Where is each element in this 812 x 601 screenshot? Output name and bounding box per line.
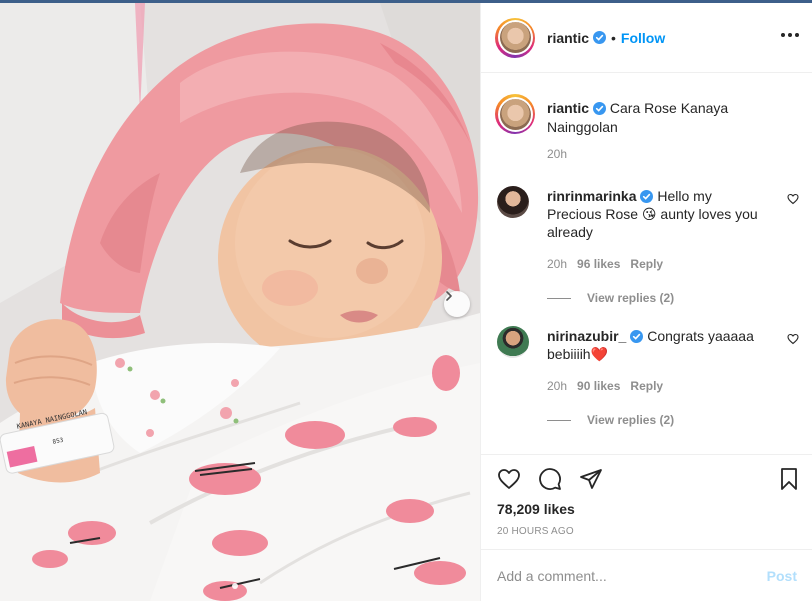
more-options-icon[interactable] — [781, 33, 799, 37]
post-header: riantic • Follow — [481, 3, 812, 73]
comment-meta: 20h 90 likes Reply — [547, 379, 663, 393]
view-replies-button[interactable]: View replies (2) — [547, 291, 674, 305]
view-replies-button[interactable]: View replies (2) — [547, 413, 674, 427]
comment-like-heart-icon[interactable] — [787, 192, 799, 210]
post-details-panel: riantic • Follow riantic Cara Rose Kanay… — [480, 3, 812, 601]
commenter-avatar[interactable] — [497, 326, 529, 358]
commenter-avatar[interactable] — [497, 186, 529, 218]
separator-dot: • — [611, 29, 616, 46]
caption-avatar-image — [499, 98, 531, 130]
comment-likes[interactable]: 96 likes — [577, 257, 620, 271]
comment-meta: 20h 96 likes Reply — [547, 257, 663, 271]
comment-time[interactable]: 20h — [547, 379, 567, 393]
comments-section[interactable]: riantic Cara Rose Kanaya Nainggolan 20h … — [481, 74, 812, 454]
comment-like-heart-icon[interactable] — [787, 332, 799, 350]
comment-username[interactable]: rinrinmarinka — [547, 188, 636, 204]
view-replies-label: View replies (2) — [587, 291, 675, 305]
add-comment-bar: Post — [481, 549, 812, 601]
next-arrow-icon — [446, 291, 452, 301]
post-actions: 78,209 likes 20 HOURS AGO — [481, 454, 812, 549]
caption-avatar[interactable] — [495, 94, 535, 134]
comment-text-block: rinrinmarinka Hello my Precious Rose 😘 a… — [547, 187, 767, 241]
share-icon[interactable] — [579, 467, 603, 491]
comment-text-block: nirinazubir_ Congrats yaaaaa bebiiiih❤️ — [547, 327, 767, 363]
view-replies-line — [547, 419, 571, 421]
like-count[interactable]: 78,209 likes — [497, 501, 575, 517]
post-timestamp[interactable]: 20 HOURS AGO — [497, 526, 574, 537]
author-avatar-image — [499, 22, 531, 53]
verified-badge-icon — [593, 31, 607, 44]
author-username[interactable]: riantic — [547, 30, 589, 46]
action-icon-row — [497, 467, 603, 491]
post-photo[interactable]: KANAYA NAINGGOLAN 853 — [0, 3, 480, 601]
next-image-button[interactable] — [444, 291, 470, 317]
baby-photo-illustration — [0, 3, 480, 601]
instagram-post: KANAYA NAINGGOLAN 853 riantic • Follow r… — [0, 3, 812, 601]
caption-text-block: riantic Cara Rose Kanaya Nainggolan — [547, 99, 777, 137]
comment-time[interactable]: 20h — [547, 257, 567, 271]
author-avatar[interactable] — [495, 17, 535, 58]
comment-input[interactable] — [497, 567, 767, 584]
comment-username[interactable]: nirinazubir_ — [547, 328, 626, 344]
caption-username[interactable]: riantic — [547, 100, 589, 116]
caption-timestamp[interactable]: 20h — [547, 147, 567, 161]
comment-icon[interactable] — [538, 467, 562, 491]
reply-button[interactable]: Reply — [630, 379, 663, 393]
verified-badge-icon — [640, 190, 654, 203]
carousel-dot-indicator — [232, 583, 238, 589]
verified-badge-icon — [593, 102, 607, 115]
reply-button[interactable]: Reply — [630, 257, 663, 271]
view-replies-label: View replies (2) — [587, 413, 675, 427]
bookmark-icon[interactable] — [777, 467, 801, 491]
comment-likes[interactable]: 90 likes — [577, 379, 620, 393]
post-comment-button[interactable]: Post — [767, 568, 797, 584]
follow-button[interactable]: Follow — [621, 30, 665, 46]
view-replies-line — [547, 297, 571, 299]
heart-icon[interactable] — [497, 467, 521, 491]
verified-badge-icon — [630, 330, 644, 343]
